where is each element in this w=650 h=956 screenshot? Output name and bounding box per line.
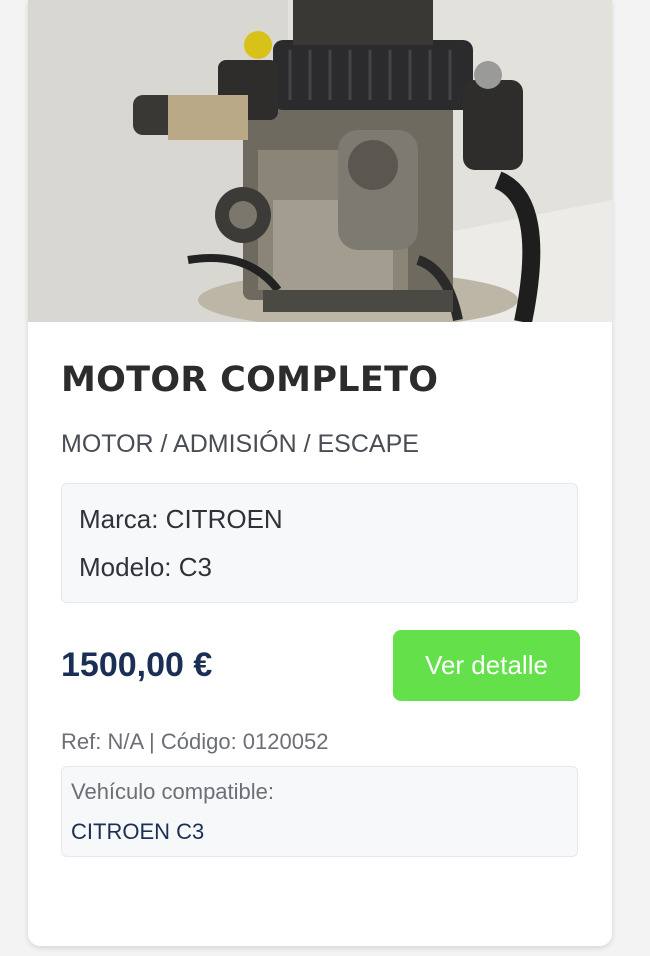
engine-photo-illustration: [28, 0, 612, 322]
product-title: MOTOR COMPLETO: [61, 360, 439, 400]
specs-box: Marca: CITROEN Modelo: C3: [61, 483, 578, 603]
compatible-vehicle-link[interactable]: CITROEN C3: [71, 819, 204, 845]
view-detail-button[interactable]: Ver detalle: [393, 630, 580, 701]
product-image[interactable]: [28, 0, 612, 322]
product-card: MOTOR COMPLETO MOTOR / ADMISIÓN / ESCAPE…: [28, 0, 612, 946]
compatible-vehicle-box: Vehículo compatible: CITROEN C3: [61, 766, 578, 857]
price: 1500,00 €: [61, 646, 213, 684]
compatible-vehicle-label: Vehículo compatible:: [71, 779, 275, 804]
brand-line: Marca: CITROEN: [79, 504, 283, 534]
reference-code: Ref: N/A | Código: 0120052: [61, 729, 329, 754]
model-line: Modelo: C3: [79, 552, 212, 582]
product-category: MOTOR / ADMISIÓN / ESCAPE: [61, 430, 419, 458]
